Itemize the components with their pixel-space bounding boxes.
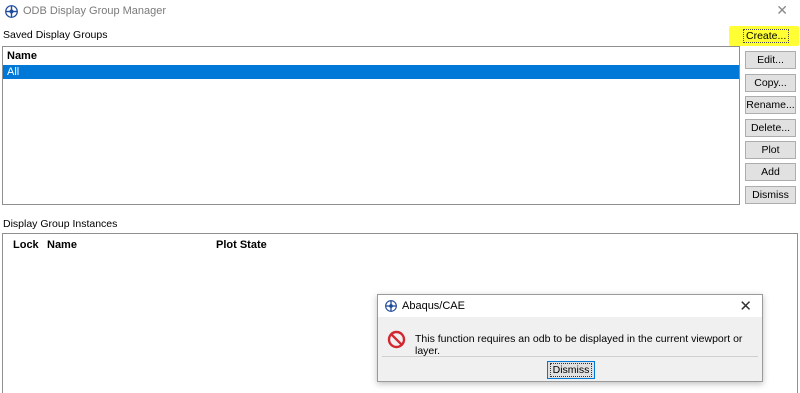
dialog-title: Abaqus/CAE [402,300,465,312]
plot-button[interactable]: Plot [745,141,796,159]
saved-groups-name-header: Name [7,50,37,62]
lock-column-header[interactable]: Lock [13,239,39,251]
saved-groups-list[interactable]: Name All [2,46,740,205]
delete-button[interactable]: Delete... [745,119,796,137]
rename-button[interactable]: Rename... [745,96,796,114]
copy-button[interactable]: Copy... [745,74,796,92]
dialog-message: This function requires an odb to be disp… [415,333,743,357]
add-button[interactable]: Add [745,163,796,181]
abaqus-logo-icon [5,5,18,18]
name-column-header[interactable]: Name [47,239,77,251]
list-item[interactable]: All [3,65,739,79]
dialog-dismiss-label: Dismiss [549,363,593,377]
close-icon[interactable]: ✕ [776,2,788,19]
error-dialog: Abaqus/CAE ✕ This function requires an o… [377,294,763,382]
dialog-dismiss-button[interactable]: Dismiss [547,361,595,379]
plot-state-column-header[interactable]: Plot State [216,239,267,251]
instances-label: Display Group Instances [3,218,118,230]
dialog-separator [382,356,758,357]
error-icon [387,330,406,349]
dialog-titlebar: Abaqus/CAE ✕ [378,295,762,317]
create-button[interactable]: Create... [729,26,799,46]
abaqus-logo-icon [385,300,397,312]
saved-groups-label: Saved Display Groups [3,29,108,41]
edit-button[interactable]: Edit... [745,51,796,69]
window-title: ODB Display Group Manager [23,5,167,17]
create-button-label: Create... [743,29,790,43]
close-icon[interactable]: ✕ [739,297,752,315]
dismiss-button[interactable]: Dismiss [745,186,796,204]
window-titlebar: ODB Display Group Manager ✕ [0,0,800,24]
